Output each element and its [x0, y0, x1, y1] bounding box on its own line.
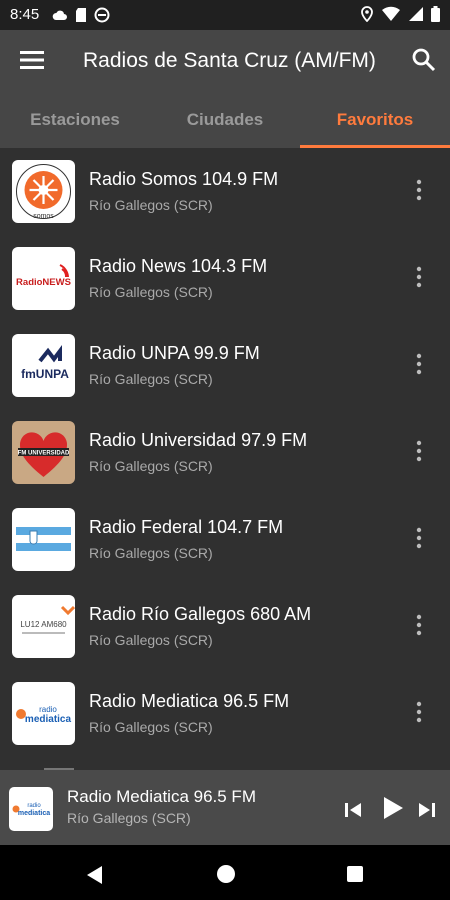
now-playing-logo: radio mediatica [9, 787, 53, 831]
station-name: Radio UNPA 99.9 FM [89, 343, 260, 363]
more-options-icon[interactable] [408, 439, 430, 463]
svg-text:radio: radio [39, 705, 57, 714]
station-name: Radio Federal 104.7 FM [89, 517, 284, 537]
app-bar: Radios de Santa Cruz (AM/FM) [0, 30, 450, 92]
station-item-radio-news[interactable]: RadioNEWS Radio News 104.3 FM Río Galleg… [0, 235, 450, 322]
svg-text:LU12 AM680: LU12 AM680 [20, 620, 67, 629]
radio-unpa-logo: fmUNPA [12, 334, 75, 397]
now-playing-title: Radio Mediatica 96.5 FM [67, 787, 256, 806]
radio-federal-logo [12, 508, 75, 571]
skip-previous-icon[interactable] [342, 799, 364, 821]
more-options-icon[interactable] [408, 526, 430, 550]
more-options-icon[interactable] [408, 352, 430, 376]
tab-favoritos[interactable]: Favoritos [300, 92, 450, 148]
more-options-icon[interactable] [408, 613, 430, 637]
sd-card-icon [76, 8, 86, 22]
station-name: Radio Mediatica 96.5 FM [89, 691, 290, 711]
radio-rio-gallegos-logo: LU12 AM680 [12, 595, 75, 658]
search-icon[interactable] [411, 47, 437, 73]
skip-next-icon[interactable] [416, 799, 438, 821]
signal-icon [409, 7, 423, 21]
station-item-radio-federal[interactable]: Radio Federal 104.7 FM Río Gallegos (SCR… [0, 496, 450, 583]
play-icon[interactable] [378, 794, 406, 822]
svg-text:fmUNPA: fmUNPA [21, 367, 69, 381]
tab-ciudades[interactable]: Ciudades [150, 92, 300, 148]
station-item-radio-somos[interactable]: somos Radio Somos 104.9 FM Río Gallegos … [0, 148, 450, 235]
station-list: somos Radio Somos 104.9 FM Río Gallegos … [0, 148, 450, 770]
status-time: 8:45 [10, 6, 40, 23]
cloud-icon [52, 10, 67, 20]
station-name: Radio Universidad 97.9 FM [89, 430, 308, 450]
station-city: Río Gallegos (SCR) [89, 371, 213, 387]
app-title: Radios de Santa Cruz (AM/FM) [83, 49, 376, 72]
recent-apps-icon[interactable] [345, 864, 365, 884]
battery-icon [431, 6, 440, 22]
system-nav-bar [0, 845, 450, 900]
station-city: Río Gallegos (SCR) [89, 284, 213, 300]
station-city: Río Gallegos (SCR) [89, 197, 213, 213]
station-name: Radio News 104.3 FM [89, 256, 268, 276]
station-name: Radio Río Gallegos 680 AM [89, 604, 312, 624]
svg-text:mediatica: mediatica [25, 714, 72, 725]
wifi-icon [382, 6, 400, 22]
now-playing-city: Río Gallegos (SCR) [67, 810, 191, 826]
svg-text:FM UNIVERSIDAD: FM UNIVERSIDAD [18, 451, 70, 457]
back-icon[interactable] [84, 864, 106, 886]
more-options-icon[interactable] [408, 700, 430, 724]
station-name: Radio Somos 104.9 FM [89, 169, 279, 189]
svg-text:somos: somos [33, 213, 54, 220]
svg-text:mediatica: mediatica [18, 810, 50, 817]
no-disturb-icon [94, 7, 110, 23]
station-item-radio-universidad[interactable]: FM UNIVERSIDAD Radio Universidad 97.9 FM… [0, 409, 450, 496]
radio-news-logo: RadioNEWS [12, 247, 75, 310]
svg-text:RadioNEWS: RadioNEWS [16, 277, 71, 288]
radio-somos-logo: somos [12, 160, 75, 223]
status-icons-left [52, 7, 110, 23]
now-playing-bar[interactable]: radio mediatica Radio Mediatica 96.5 FM … [0, 770, 450, 845]
tab-estaciones[interactable]: Estaciones [0, 92, 150, 148]
home-icon[interactable] [215, 863, 237, 885]
station-city: Río Gallegos (SCR) [89, 458, 213, 474]
station-item-radio-mediatica[interactable]: radio mediatica Radio Mediatica 96.5 FM … [0, 670, 450, 757]
station-item-radio-unpa[interactable]: fmUNPA Radio UNPA 99.9 FM Río Gallegos (… [0, 322, 450, 409]
more-options-icon[interactable] [408, 265, 430, 289]
location-icon [361, 6, 373, 22]
radio-universidad-logo: FM UNIVERSIDAD [12, 421, 75, 484]
svg-text:radio: radio [27, 803, 41, 809]
more-options-icon[interactable] [408, 178, 430, 202]
status-icons-right [360, 6, 440, 22]
station-city: Río Gallegos (SCR) [89, 632, 213, 648]
station-city: Río Gallegos (SCR) [89, 719, 213, 735]
station-city: Río Gallegos (SCR) [89, 545, 213, 561]
radio-mediatica-logo: radio mediatica [12, 682, 75, 745]
station-item-radio-rio-gallegos[interactable]: LU12 AM680 Radio Río Gallegos 680 AM Río… [0, 583, 450, 670]
status-bar: 8:45 [0, 0, 450, 30]
tab-bar: Estaciones Ciudades Favoritos [0, 92, 450, 148]
menu-icon[interactable] [20, 49, 46, 71]
